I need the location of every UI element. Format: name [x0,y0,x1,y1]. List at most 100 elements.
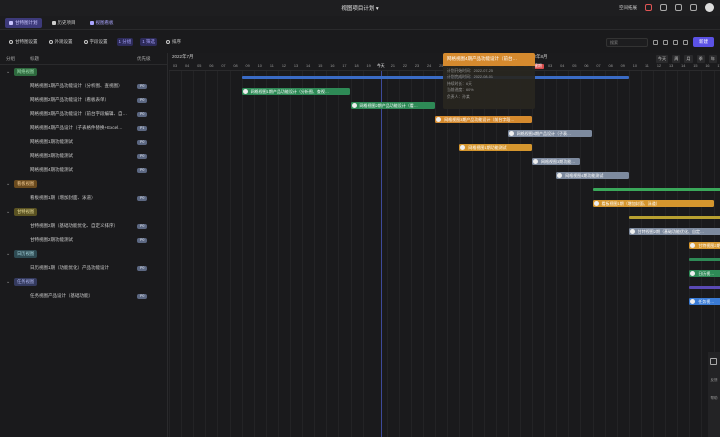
appearance-settings-button[interactable]: 外观设置 [47,38,75,46]
search-icon[interactable] [653,39,658,45]
assignee-avatar [690,243,696,248]
avatar[interactable] [705,3,714,12]
inbox-icon[interactable] [660,4,667,11]
grid-line [495,71,497,437]
group-summary-bar[interactable] [689,258,720,261]
collapse-icon[interactable]: ⌄ [6,251,10,257]
priority-badge: P0 [137,83,148,89]
priority-badge: P0 [137,111,148,117]
task-bar[interactable]: 看板视图1期（增加封面、泳道） [592,200,714,207]
group-row[interactable]: ⌄ 看板视图 [0,177,168,191]
group-button[interactable]: 1 分组 [116,38,134,46]
scale-button[interactable]: 年 [708,55,717,63]
task-bar[interactable]: 网格视图1期功能测试 [459,144,532,151]
bell-icon[interactable] [645,4,652,11]
day-label: 17 [717,64,720,68]
gantt-settings-button[interactable]: 甘特图设置 [7,38,40,46]
task-bar[interactable]: 网格视图3期产品功能设计（前台字段… [435,116,532,123]
grid-line [677,71,679,437]
priority-badge: P1 [137,125,148,131]
list-item[interactable]: 网格视图1期产品功能设计（分析图、查视图） P0 [0,79,168,93]
task-bar[interactable]: 日历视… [689,270,720,277]
day-label: 15 [318,64,323,68]
list-item[interactable]: 甘特视图2期功能测试 P0 [0,233,168,247]
settings-icon[interactable] [690,4,697,11]
task-bar-label: 甘特视图2期（基础功能优化、自定… [637,228,705,234]
task-bar[interactable]: 甘特视图2期功… [689,242,720,249]
task-bar[interactable]: 网格视图4期产品设计（子表… [507,130,593,137]
task-bar-label: 甘特视图2期功… [698,242,720,248]
share-icon[interactable] [673,39,678,45]
task-bar[interactable]: 网格视图1期产品功能设计（分析图、查视… [241,88,351,95]
search-input[interactable]: 搜索 [606,37,648,47]
list-item[interactable]: 看板视图1期（增加封面、泳道） P0 [0,191,168,205]
field-settings-button[interactable]: 字段设置 [82,38,110,46]
more-icon[interactable] [683,39,688,45]
day-label: 19 [366,64,371,68]
grid-line [628,71,630,437]
zoom-controls: 今天周月季年 [655,55,717,63]
app-title[interactable]: 视图项目计划 ▾ [0,4,720,12]
space-label[interactable]: 空间拓展 [619,5,637,11]
group-row[interactable]: ⌄ 网络视图 [0,65,168,79]
collapse-icon[interactable]: ⌄ [6,69,10,75]
gantt-chart: 2022年7月 2022年8月 03 04 05 06 07 08 09 10 11 12 13 14… [169,53,720,437]
group-row[interactable]: ⌄ 任务视图 [0,275,168,289]
priority-badge: P0 [137,167,148,173]
feedback-link[interactable]: 反馈 [709,378,719,383]
scale-button[interactable]: 周 [672,55,681,63]
list-item[interactable]: 日历视图1期（功能优化）产品功能设计 P0 [0,261,168,275]
help-link[interactable]: 帮助 [709,396,719,401]
list-item[interactable]: 任务视图产品设计（基础功能） P0 [0,289,168,303]
today-button[interactable]: 今天 [655,55,669,63]
task-bar[interactable]: 网格视图4期功能测试 [556,172,629,179]
collapse-icon[interactable]: ⌄ [6,209,10,215]
list-item[interactable]: 网格视图2期产品功能设计（看板表单） P0 [0,93,168,107]
list-item[interactable]: 网格视图4期功能测试 P0 [0,163,168,177]
tab-gantt[interactable]: 甘特图计划 [5,17,42,28]
task-bar[interactable]: 网格视图3期功能… [532,158,581,165]
task-bar[interactable]: 甘特视图2期（基础功能优化、自定… [628,228,720,235]
list-item[interactable]: 网格视图1期功能测试 P0 [0,135,168,149]
task-bar[interactable]: 网格视图2期产品功能设计（看… [350,102,436,109]
group-summary-bar[interactable] [628,216,720,219]
grid-line [193,71,195,437]
group-summary-bar[interactable] [241,76,629,79]
grid-line [665,71,667,437]
side-dock: 反馈 帮助 [708,352,720,437]
assignee-avatar [629,229,635,234]
group-summary-bar[interactable] [592,188,720,191]
record-title: 网格视图1期功能测试 [30,139,74,144]
grid-line [265,71,267,437]
tab-history[interactable]: 历史项目 [48,18,80,28]
refresh-icon[interactable] [663,39,668,45]
day-label: 12 [281,64,287,68]
record-title: 看板视图1期（增加封面、泳道） [30,195,96,200]
list-item[interactable]: 甘特视图2期（基础功能优化、自定义排序） P0 [0,219,168,233]
list-item[interactable]: 网格视图4期产品设计（子表格件替换+Excel… P1 [0,121,168,135]
filter-button[interactable]: 1 筛选 [140,38,158,46]
group-row[interactable]: ⌄ 日历视图 [0,247,168,261]
group-row[interactable]: ⌄ 甘特视图 [0,205,168,219]
sort-button[interactable]: 排序 [164,38,183,46]
group-summary-bar[interactable] [689,286,720,289]
tab-board[interactable]: 视图看板 [86,18,118,28]
day-label: 11 [644,64,649,68]
scale-button[interactable]: 月 [684,55,693,63]
qrcode-icon[interactable] [710,358,717,365]
priority-badge: P0 [137,153,148,159]
day-label: 13 [669,64,674,68]
collapse-icon[interactable]: ⌄ [6,279,10,285]
list-item[interactable]: 网格视图3期功能测试 P0 [0,149,168,163]
day-label: 06 [209,64,214,68]
day-label: 04 [185,64,190,68]
gift-icon[interactable] [675,4,682,11]
grid-line [556,71,558,437]
new-button[interactable]: 新建 [693,37,714,47]
list-item[interactable]: 网格视图3期产品功能设计（前台字段编辑、自… P0 [0,107,168,121]
day-label: 04 [560,64,565,68]
task-bar[interactable]: 任务视… [689,298,720,305]
collapse-icon[interactable]: ⌄ [6,181,10,187]
col-priority: 优先级 [137,55,151,61]
scale-button[interactable]: 季 [696,55,705,63]
